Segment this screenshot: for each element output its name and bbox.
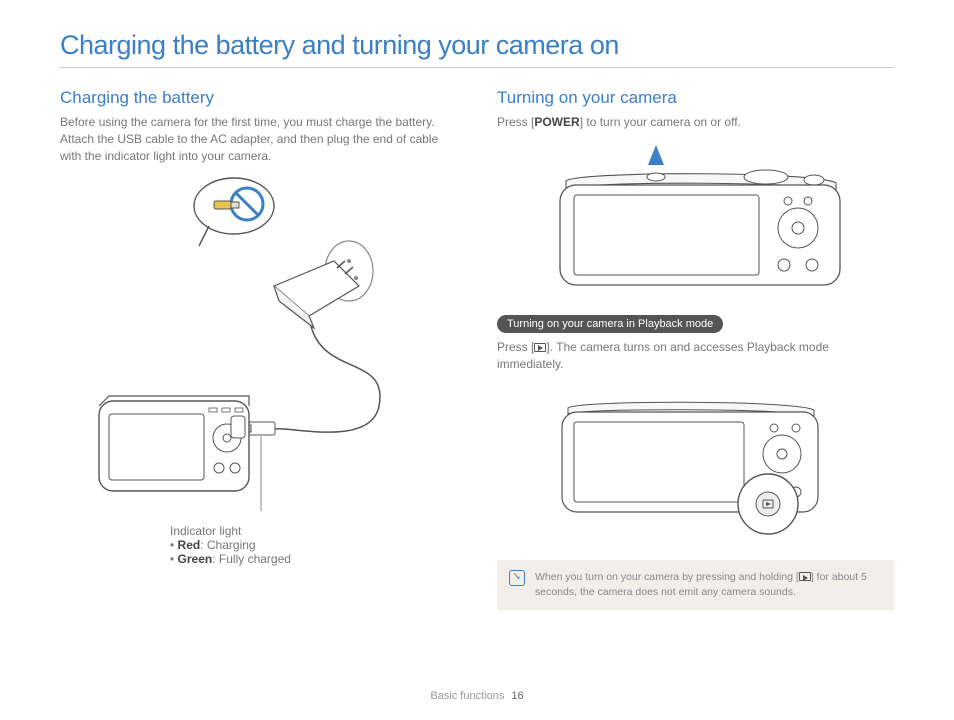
turnon-body: Press [POWER] to turn your camera on or … xyxy=(497,114,894,131)
playback-pre: Press [ xyxy=(497,340,534,354)
content-columns: Charging the battery Before using the ca… xyxy=(60,88,894,610)
footer-label: Basic functions xyxy=(430,690,504,702)
indicator-green-label: Green xyxy=(178,552,213,566)
page-footer: Basic functions 16 xyxy=(0,690,954,702)
left-column: Charging the battery Before using the ca… xyxy=(60,88,457,610)
playback-post: ]. The camera turns on and accesses Play… xyxy=(497,340,829,371)
note-check-icon xyxy=(509,570,525,586)
playback-illustration xyxy=(497,384,894,544)
indicator-red-desc: : Charging xyxy=(200,538,255,552)
power-illustration xyxy=(497,143,894,293)
playback-icon xyxy=(534,343,546,352)
note-text: When you turn on your camera by pressing… xyxy=(535,570,882,599)
turnon-heading: Turning on your camera xyxy=(497,88,894,108)
right-column: Turning on your camera Press [POWER] to … xyxy=(497,88,894,610)
charging-illustration xyxy=(60,176,457,516)
note-pre: When you turn on your camera by pressing… xyxy=(535,571,799,583)
power-label: POWER xyxy=(534,115,579,129)
note-box: When you turn on your camera by pressing… xyxy=(497,560,894,609)
indicator-title: Indicator light xyxy=(170,524,457,538)
playback-pill: Turning on your camera in Playback mode xyxy=(497,315,723,333)
page-number: 16 xyxy=(511,690,523,702)
playback-body: Press []. The camera turns on and access… xyxy=(497,339,894,373)
turnon-body-post: ] to turn your camera on or off. xyxy=(580,115,741,129)
playback-icon-small xyxy=(799,572,811,581)
charging-body: Before using the camera for the first ti… xyxy=(60,114,457,164)
indicator-red-label: Red xyxy=(178,538,201,552)
indicator-green-desc: : Fully charged xyxy=(212,552,291,566)
turnon-body-pre: Press [ xyxy=(497,115,534,129)
page-title: Charging the battery and turning your ca… xyxy=(60,30,894,68)
charging-heading: Charging the battery xyxy=(60,88,457,108)
indicator-callout: Indicator light • Red: Charging • Green:… xyxy=(170,524,457,566)
